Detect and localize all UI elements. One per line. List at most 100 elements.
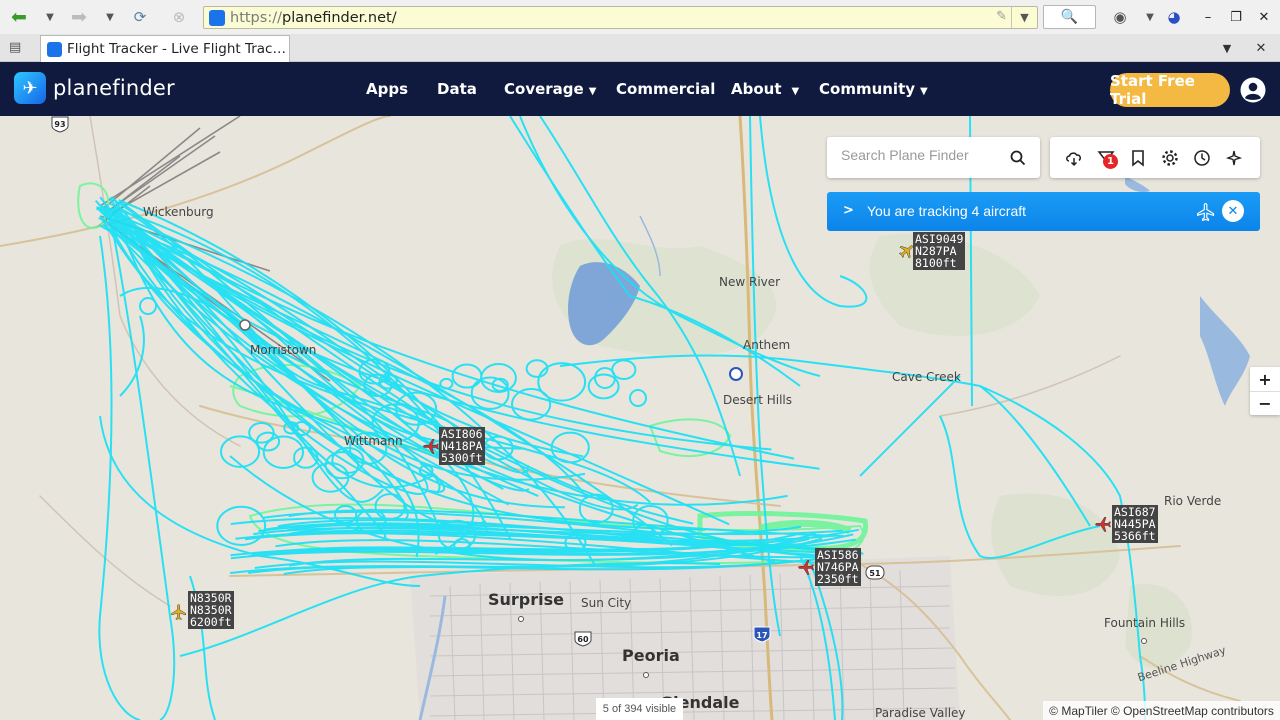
city-dot-icon: [1141, 629, 1147, 648]
url-protocol: https://: [230, 9, 282, 26]
tracking-message: You are tracking 4 aircraft: [867, 203, 1027, 219]
svg-text:17: 17: [756, 631, 767, 640]
airport-marker-icon[interactable]: [239, 319, 251, 331]
aircraft-label-asi687[interactable]: ASI687 N445PA 5366ft: [1112, 505, 1158, 543]
aircraft-n8350r-plane-icon[interactable]: [170, 603, 188, 621]
search-engine-box[interactable]: 🔍: [1043, 5, 1096, 29]
nav-data[interactable]: Data: [437, 80, 477, 98]
url-host: planefinder.net/: [281, 9, 397, 26]
aircraft-altitude: 5366ft: [1114, 529, 1156, 543]
map-attribution[interactable]: © MapTiler © OpenStreetMap contributors: [1043, 701, 1280, 720]
extension-icon[interactable]: ◉: [1108, 6, 1132, 28]
settings-gear-icon[interactable]: [1160, 148, 1180, 168]
aircraft-altitude: 6200ft: [190, 615, 232, 629]
forward-history-chevron-icon[interactable]: ▼: [98, 6, 122, 28]
city-label-desert-hills: Desert Hills: [723, 393, 792, 407]
site-header: ✈ planefinder Apps Data Coverage ▼ Commer…: [0, 62, 1280, 116]
aircraft-label-asi806[interactable]: ASI806 N418PA 5300ft: [439, 427, 485, 465]
expand-chevron-icon[interactable]: >: [843, 203, 854, 218]
aircraft-label-asi9049[interactable]: ASI9049 N287PA 8100ft: [913, 232, 966, 270]
route-shield-51: 51: [865, 565, 885, 580]
start-free-trial-button[interactable]: Start Free Trial: [1110, 72, 1230, 108]
tracked-aircraft-icon: [1197, 203, 1215, 222]
url-dropdown-chevron-icon[interactable]: ▼: [1011, 7, 1037, 28]
tab-favicon-icon: [47, 42, 62, 57]
bookmark-icon[interactable]: [1128, 148, 1148, 168]
extension-menu-chevron-icon[interactable]: ▼: [1138, 6, 1162, 28]
back-history-chevron-icon[interactable]: ▼: [38, 6, 62, 28]
browser-logo-icon[interactable]: ◕: [1162, 6, 1186, 28]
nav-apps[interactable]: Apps: [366, 80, 408, 98]
chevron-down-icon: ▼: [791, 86, 800, 97]
user-account-icon[interactable]: [1240, 77, 1266, 103]
city-label-surprise: Surprise: [488, 590, 565, 609]
stop-tracking-close-icon[interactable]: ✕: [1222, 200, 1244, 222]
close-tab-icon[interactable]: ✕: [1252, 40, 1270, 56]
nav-coverage[interactable]: Coverage ▼: [504, 80, 596, 98]
tab-flight-tracker[interactable]: Flight Tracker - Live Flight Trac…: [40, 35, 290, 62]
nav-community[interactable]: Community ▼: [819, 80, 928, 98]
airport-marker-icon[interactable]: [729, 367, 743, 381]
restore-icon[interactable]: ❐: [1225, 7, 1247, 27]
city-dot-icon: [691, 712, 697, 720]
svg-text:60: 60: [577, 635, 589, 644]
tracking-notice-bar[interactable]: > You are tracking 4 aircraft ✕: [827, 192, 1260, 231]
map-search-panel: [827, 137, 1040, 178]
zoom-control: + −: [1250, 367, 1280, 415]
stop-icon[interactable]: ⊗: [167, 6, 191, 28]
route-shield-60: 60: [574, 631, 592, 647]
filter-count-badge: 1: [1103, 154, 1118, 169]
flight-map[interactable]: 93 60 17 51 Wickenburg New River Morrist…: [0, 116, 1280, 720]
city-label-cave-creek: Cave Creek: [892, 370, 961, 384]
aircraft-asi806-plane-icon[interactable]: [422, 437, 440, 455]
plane-logo-icon: ✈: [14, 72, 46, 104]
plane-search-input[interactable]: [841, 145, 1006, 165]
playback-plane-icon[interactable]: [1224, 148, 1244, 168]
aircraft-altitude: 5300ft: [441, 451, 483, 465]
sidebar-toggle-icon[interactable]: ▤: [9, 40, 27, 56]
aircraft-altitude: 2350ft: [817, 572, 859, 586]
city-label-wickenburg: Wickenburg: [143, 205, 214, 219]
site-favicon-icon: [209, 10, 225, 26]
nav-apps-label: Apps: [366, 80, 409, 98]
svg-text:51: 51: [869, 569, 881, 578]
nav-commercial-label: Commercial: [616, 80, 716, 98]
close-window-icon[interactable]: ✕: [1253, 7, 1275, 27]
city-dot-icon: [643, 663, 649, 682]
route-shield-17: 17: [753, 626, 771, 643]
aircraft-shape: [171, 604, 186, 620]
map-tools-panel: [1050, 137, 1260, 178]
search-magnifier-icon: 🔍: [1060, 9, 1079, 25]
aircraft-shape: [1095, 517, 1111, 532]
nav-commercial[interactable]: Commercial: [616, 80, 715, 98]
search-icon[interactable]: [1010, 150, 1026, 166]
nav-community-label: Community: [819, 80, 916, 98]
zoom-in-button[interactable]: +: [1250, 367, 1280, 391]
city-label-wittmann: Wittmann: [344, 434, 403, 448]
aircraft-shape: [423, 439, 439, 454]
city-dot-icon: [518, 607, 524, 626]
visible-aircraft-count: 5 of 394 visible: [596, 698, 683, 720]
city-label-peoria: Peoria: [622, 646, 680, 665]
history-clock-icon[interactable]: [1192, 148, 1212, 168]
minimize-icon[interactable]: –: [1197, 7, 1219, 27]
planefinder-logo[interactable]: ✈ planefinder: [14, 72, 175, 104]
reload-icon[interactable]: ⟳: [128, 6, 152, 28]
aircraft-asi687-plane-icon[interactable]: [1094, 515, 1112, 533]
chevron-down-icon: ▼: [588, 86, 597, 97]
layers-cloud-icon[interactable]: [1064, 148, 1084, 168]
svg-text:93: 93: [54, 120, 65, 129]
aircraft-label-asi586[interactable]: ASI586 N746PA 2350ft: [815, 548, 861, 586]
url-bar[interactable]: https://planefinder.net/ ✎ ▼: [203, 6, 1038, 29]
nav-about[interactable]: About ▼: [731, 80, 799, 98]
forward-arrow-icon[interactable]: ➡: [67, 6, 91, 28]
feed-icon[interactable]: ✎: [996, 9, 1007, 24]
aircraft-asi586-plane-icon[interactable]: [797, 558, 815, 576]
back-arrow-icon[interactable]: ⬅: [7, 6, 31, 28]
nav-data-label: Data: [437, 80, 477, 98]
zoom-out-button[interactable]: −: [1250, 391, 1280, 415]
city-label-new-river: New River: [719, 275, 781, 289]
tab-list-chevron-icon[interactable]: ▼: [1218, 40, 1236, 56]
aircraft-label-n8350r[interactable]: N8350R N8350R 6200ft: [188, 591, 234, 629]
chevron-down-icon: ▼: [920, 86, 928, 97]
